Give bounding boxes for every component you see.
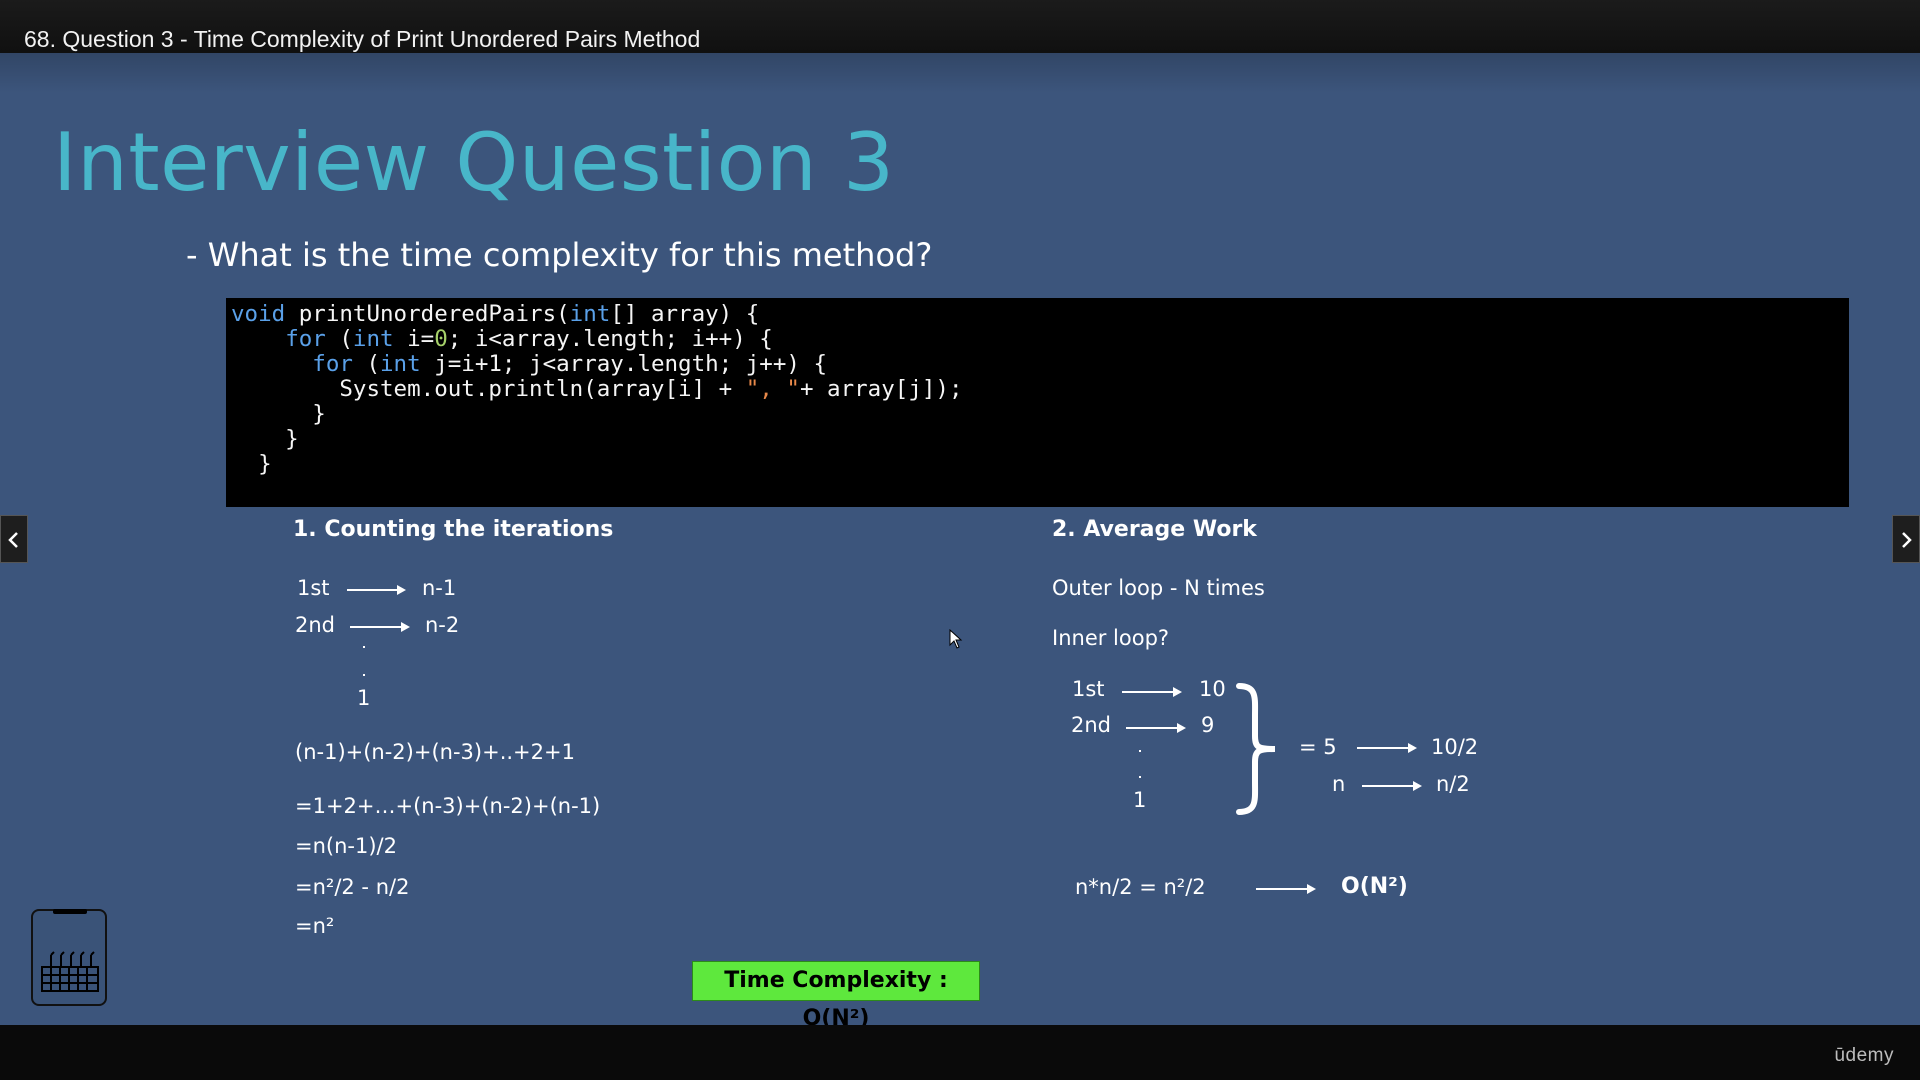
slide-heading: Interview Question 3 xyxy=(53,116,895,209)
slide-question: - What is the time complexity for this m… xyxy=(186,236,933,274)
title-bar: 68. Question 3 - Time Complexity of Prin… xyxy=(0,0,1920,53)
chevron-right-icon xyxy=(1902,532,1912,548)
left-last: 1 xyxy=(357,686,371,710)
right-last: 1 xyxy=(1133,788,1147,812)
equation-2: =1+2+…+(n-3)+(n-2)+(n-1) xyxy=(295,794,601,818)
average-result: 10/2 xyxy=(1431,735,1479,759)
average-eq: = 5 xyxy=(1299,735,1337,759)
arrow-icon xyxy=(347,585,406,595)
chevron-left-icon xyxy=(8,532,18,548)
ellipsis-dot xyxy=(363,646,365,648)
left-row2-value: n-2 xyxy=(425,613,460,637)
right-row2-label: 2nd xyxy=(1071,713,1112,737)
right-row2-value: 9 xyxy=(1201,713,1215,737)
ellipsis-dot xyxy=(363,674,365,676)
arrow-icon xyxy=(1362,781,1422,791)
ellipsis-dot xyxy=(1139,750,1141,752)
outer-loop-text: Outer loop - N times xyxy=(1052,576,1265,600)
left-row2-label: 2nd xyxy=(295,613,336,637)
equation-3: =n(n-1)/2 xyxy=(295,834,397,858)
n-label: n xyxy=(1332,772,1346,796)
counting-heading: 1. Counting the iterations xyxy=(293,517,614,542)
udemy-logo: ūdemy xyxy=(1834,1045,1894,1066)
code-text: void printUnorderedPairs(int[] array) { … xyxy=(231,301,963,477)
average-heading: 2. Average Work xyxy=(1052,517,1257,542)
arrow-icon xyxy=(1256,884,1316,894)
code-block: void printUnorderedPairs(int[] array) { … xyxy=(226,298,1849,507)
right-row1-value: 10 xyxy=(1199,677,1226,701)
equation-5: =n² xyxy=(295,914,335,938)
next-button[interactable] xyxy=(1892,515,1920,563)
previous-button[interactable] xyxy=(0,515,28,563)
curly-brace-icon xyxy=(1236,683,1276,815)
arrow-icon xyxy=(350,622,410,632)
final-equation: n*n/2 = n²/2 xyxy=(1075,875,1206,899)
top-shade xyxy=(0,53,1920,93)
inner-loop-text: Inner loop? xyxy=(1052,626,1170,650)
arrow-icon xyxy=(1122,687,1182,697)
ellipsis-dot xyxy=(1139,776,1141,778)
player-bottom-bar: ūdemy xyxy=(0,1025,1920,1080)
factory-logo-icon xyxy=(31,909,107,1006)
lecture-title: 68. Question 3 - Time Complexity of Prin… xyxy=(24,26,701,52)
arrow-icon xyxy=(1126,723,1186,733)
right-row1-label: 1st xyxy=(1072,677,1105,701)
arrow-icon xyxy=(1357,743,1417,753)
cursor-icon xyxy=(949,629,963,649)
left-row1-value: n-1 xyxy=(422,576,457,600)
equation-1: (n-1)+(n-2)+(n-3)+..+2+1 xyxy=(295,740,575,764)
final-result: O(N²) xyxy=(1341,874,1408,899)
left-row1-label: 1st xyxy=(297,576,330,600)
equation-4: =n²/2 - n/2 xyxy=(295,875,410,899)
n-result: n/2 xyxy=(1436,772,1470,796)
time-complexity-badge: Time Complexity : O(N²) xyxy=(692,961,980,1031)
